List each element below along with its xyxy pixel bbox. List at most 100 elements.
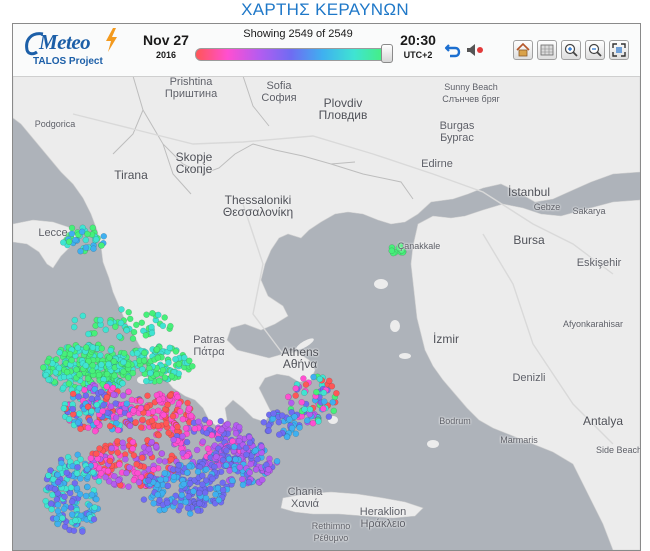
meteo-logo[interactable]: Meteo TALOS Project [21, 28, 131, 72]
lightning-strike-marker [89, 362, 96, 369]
lightning-strike-marker [285, 393, 292, 401]
slider-handle[interactable] [381, 44, 393, 63]
lightning-strike-marker [315, 418, 322, 425]
place-thessaloniki: Thessaloniki Θεσσαλονίκη [222, 193, 294, 219]
lightning-strike-marker [114, 449, 121, 456]
lightning-strike-marker [74, 419, 82, 426]
lightning-strike-marker [76, 410, 83, 417]
lightning-strike-marker [291, 413, 298, 420]
replay-icon [444, 44, 461, 58]
fullscreen-button[interactable] [609, 40, 629, 60]
lightning-strike-marker [111, 473, 118, 480]
land-island-samos [399, 353, 411, 359]
lightning-strike-marker [107, 319, 114, 327]
lightning-strike-marker [103, 383, 111, 390]
lightning-strike-marker [86, 417, 94, 424]
lightning-strike-marker [223, 447, 230, 454]
lightning-strike-marker [82, 244, 90, 251]
page-title: ΧΑΡΤΗΣ ΚΕΡΑΥΝΩΝ [241, 0, 409, 19]
lightning-strike-marker [184, 399, 191, 407]
lightning-strike-marker [155, 396, 163, 404]
lightning-strike-marker [79, 528, 86, 535]
lightning-strike-marker [217, 417, 225, 425]
lightning-strike-marker [137, 405, 145, 412]
sound-button[interactable] [465, 40, 485, 60]
lightning-strike-marker [89, 344, 97, 351]
lightning-strike-marker [72, 236, 79, 244]
lightning-strike-marker [296, 424, 303, 431]
lightning-strike-marker [82, 362, 90, 369]
lightning-strike-marker [130, 407, 137, 414]
place-afyonkarahisar: Afyonkarahisar [562, 319, 624, 329]
place-gebze: Gebze [533, 202, 561, 212]
lightning-strike-marker [242, 444, 250, 452]
lightning-strike-marker [68, 498, 76, 505]
lightning-strike-marker [154, 354, 162, 362]
lightning-strike-marker [186, 480, 194, 487]
logo-subtitle: TALOS Project [33, 56, 103, 67]
layers-icon [540, 44, 554, 56]
lightning-strike-marker [330, 407, 337, 415]
lightning-strike-marker [259, 476, 266, 484]
lightning-strike-marker [209, 475, 216, 483]
lightning-strike-marker [162, 420, 170, 427]
place-sunny-beach: Sunny Beach Слънчев бряг [442, 82, 500, 104]
lightning-strike-marker [56, 349, 63, 356]
lightning-strike-marker [239, 481, 247, 489]
lightning-strike-marker [172, 356, 179, 363]
lightning-strike-marker [123, 469, 130, 477]
lightning-strike-marker [306, 406, 314, 413]
lightning-strike-marker [106, 422, 114, 430]
lightning-strike-marker [148, 323, 155, 331]
lightning-strike-marker [67, 484, 75, 491]
lightning-strike-marker [246, 469, 254, 476]
lightning-strike-marker [195, 418, 202, 425]
zoom-in-icon [564, 43, 578, 57]
lightning-strike-marker [93, 450, 100, 457]
layers-button[interactable] [537, 40, 557, 60]
lightning-strike-marker [160, 411, 167, 419]
lightning-strike-marker [140, 496, 148, 503]
time-range-slider[interactable] [195, 48, 387, 61]
replay-button[interactable] [443, 40, 463, 60]
lightning-strike-marker [48, 506, 55, 513]
lightning-strike-marker [124, 374, 132, 381]
lightning-strike-marker [67, 489, 74, 497]
lightning-strike-marker [258, 443, 265, 450]
lightning-strike-marker [206, 419, 213, 426]
zoom-in-button[interactable] [561, 40, 581, 60]
lightning-strike-marker [143, 404, 151, 411]
lightning-strike-marker [110, 391, 117, 398]
lightning-strike-marker [196, 500, 203, 507]
lightning-strike-marker [90, 516, 98, 523]
lightning-strike-marker [174, 423, 181, 431]
lightning-strike-marker [89, 469, 97, 476]
home-button[interactable] [513, 40, 533, 60]
lightning-strike-marker [120, 350, 128, 357]
lightning-strike-marker [53, 496, 61, 503]
place-athens: Athens Αθήνα [281, 345, 319, 371]
lightning-strike-marker [114, 426, 122, 434]
lightning-strike-marker [45, 472, 52, 479]
land-island-rhodes [427, 440, 439, 448]
lightning-strike-marker [88, 395, 95, 402]
strike-count-text: Showing 2549 of 2549 [243, 28, 353, 40]
lightning-strike-marker [70, 390, 77, 398]
land-island-chios [390, 320, 400, 332]
lightning-strike-marker [119, 380, 126, 387]
lightning-strike-marker [212, 491, 219, 498]
lightning-strike-marker [89, 367, 96, 375]
place-patras: Patras Πάτρα [193, 334, 225, 358]
lightning-strike-marker [133, 321, 140, 329]
lightning-strike-marker [140, 357, 148, 364]
lightning-strike-marker [219, 456, 227, 464]
zoom-out-button[interactable] [585, 40, 605, 60]
lightning-strike-marker [153, 346, 161, 353]
lightning-strike-marker [189, 363, 196, 370]
lightning-strike-marker [147, 369, 154, 377]
lightning-strike-marker [60, 505, 68, 513]
lightning-strike-marker [78, 228, 86, 236]
lightning-strike-marker [148, 438, 156, 446]
lightning-strike-marker [77, 475, 84, 482]
lightning-strike-marker [82, 492, 90, 500]
